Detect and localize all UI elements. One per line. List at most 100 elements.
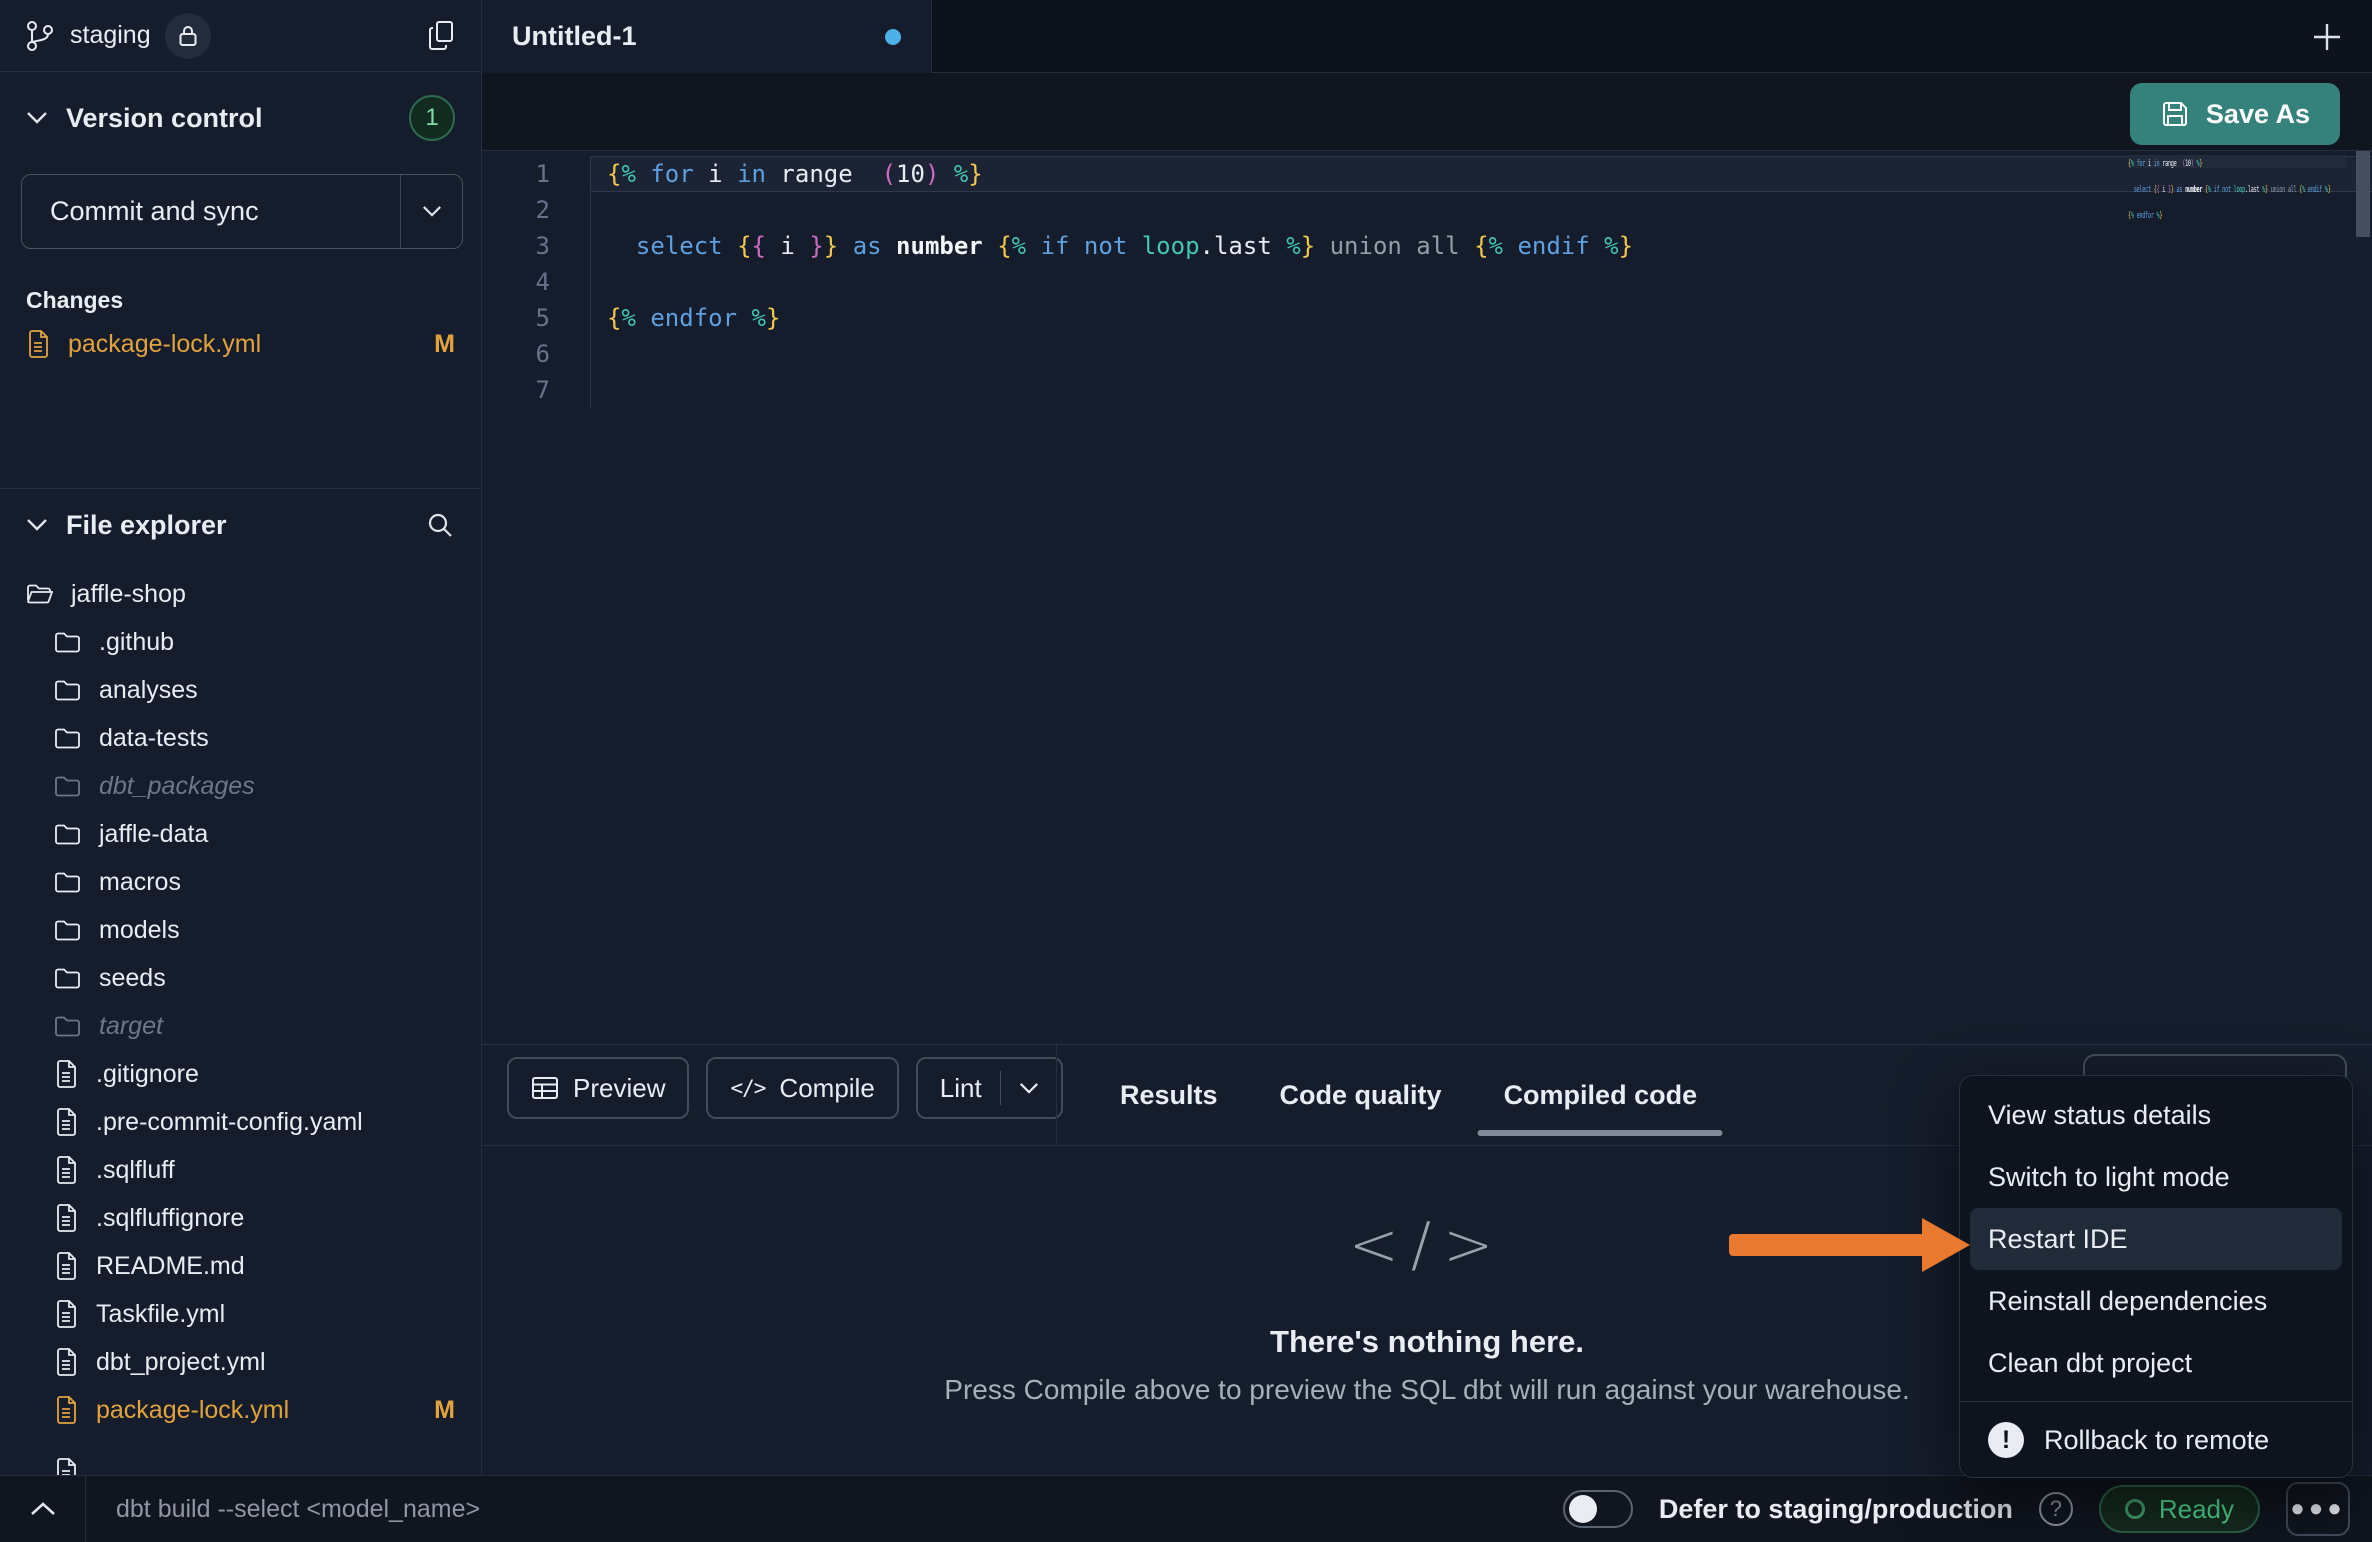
- tree-folder-target[interactable]: target: [0, 1002, 481, 1050]
- code-line-2[interactable]: [591, 192, 2372, 228]
- tree-file-sqlfluffignore[interactable]: .sqlfluffignore: [0, 1194, 481, 1242]
- version-control-header[interactable]: Version control 1: [0, 80, 481, 156]
- tree-item-label: .sqlfluffignore: [96, 1204, 244, 1233]
- copy-branch-button[interactable]: [425, 19, 457, 53]
- tree-item-label: Taskfile.yml: [96, 1300, 225, 1329]
- tree-file-item[interactable]: [0, 1448, 481, 1475]
- file-icon: [54, 1060, 78, 1088]
- code-token: select: [2134, 185, 2151, 194]
- file-icon: [54, 1252, 78, 1280]
- status-badge[interactable]: Ready: [2099, 1485, 2260, 1533]
- folder-icon: [54, 726, 81, 750]
- code-token: {: [737, 232, 751, 260]
- code-token: union all: [1315, 232, 1474, 260]
- new-tab-button[interactable]: [2304, 14, 2350, 60]
- tree-item-label: README.md: [96, 1252, 245, 1281]
- tab-code-quality[interactable]: Code quality: [1280, 1045, 1442, 1145]
- tree-file-readme-md[interactable]: README.md: [0, 1242, 481, 1290]
- file-explorer-header[interactable]: File explorer: [0, 490, 481, 560]
- help-icon[interactable]: ?: [2039, 1492, 2073, 1526]
- command-input[interactable]: [116, 1495, 1563, 1524]
- status-label: Ready: [2159, 1494, 2234, 1525]
- code-token: [1026, 232, 1040, 260]
- minimap-line: [2128, 233, 2346, 246]
- menu-item-clean-dbt-project[interactable]: Clean dbt project: [1960, 1332, 2352, 1394]
- tab-label: Code quality: [1280, 1080, 1442, 1111]
- search-icon: [425, 510, 455, 540]
- compile-button[interactable]: </>Compile: [706, 1057, 898, 1119]
- editor-toolbar: Save As: [482, 73, 2372, 150]
- code-line-7[interactable]: [591, 372, 2372, 408]
- collapse-command-bar-button[interactable]: [0, 1476, 86, 1542]
- menu-item-restart-ide[interactable]: Restart IDE: [1970, 1208, 2342, 1270]
- code-token: %: [1286, 232, 1300, 260]
- file-search-button[interactable]: [425, 510, 455, 540]
- code-area[interactable]: {% for i in range (10) %} select {{ i }}…: [590, 156, 2372, 408]
- code-line-1[interactable]: {% for i in range (10) %}: [591, 156, 2372, 192]
- code-line-6[interactable]: [591, 336, 2372, 372]
- tree-file-package-lock-yml[interactable]: package-lock.ymlM: [0, 1386, 481, 1434]
- tree-folder-macros[interactable]: macros: [0, 858, 481, 906]
- tree-folder-jaffle-data[interactable]: jaffle-data: [0, 810, 481, 858]
- minimap-line-text: select {{ i }} as number {% if not loop.…: [2128, 184, 2331, 194]
- line-number: 6: [482, 336, 590, 372]
- tree-file-gitignore[interactable]: .gitignore: [0, 1050, 481, 1098]
- more-options-button[interactable]: ●●●: [2286, 1482, 2350, 1536]
- lock-icon: [177, 24, 199, 48]
- code-line-4[interactable]: [591, 264, 2372, 300]
- tab-title: Untitled-1: [512, 21, 637, 52]
- tree-file-taskfile-yml[interactable]: Taskfile.yml: [0, 1290, 481, 1338]
- line-number-gutter: 1234567: [482, 156, 590, 408]
- code-token: }: [1619, 232, 1633, 260]
- menu-item-switch-to-light-mode[interactable]: Switch to light mode: [1960, 1146, 2352, 1208]
- minimap[interactable]: {% for i in range (10) %} select {{ i }}…: [2128, 155, 2346, 246]
- tree-folder-seeds[interactable]: seeds: [0, 954, 481, 1002]
- folder-icon: [54, 966, 81, 990]
- code-token: %: [1489, 232, 1503, 260]
- unsaved-changes-dot[interactable]: [885, 29, 901, 45]
- tab-results[interactable]: Results: [1120, 1045, 1218, 1145]
- preview-button[interactable]: Preview: [507, 1057, 689, 1119]
- menu-item-label: Restart IDE: [1988, 1224, 2128, 1255]
- save-as-label: Save As: [2206, 99, 2310, 130]
- chevron-down-icon: [26, 111, 48, 125]
- tab-untitled-1[interactable]: Untitled-1: [482, 0, 932, 73]
- line-number: 1: [482, 156, 590, 192]
- file-icon: [54, 1300, 78, 1328]
- menu-item-rollback-to-remote[interactable]: !Rollback to remote: [1960, 1409, 2352, 1471]
- commit-options-dropdown[interactable]: [400, 175, 462, 248]
- tab-compiled-code[interactable]: Compiled code: [1504, 1045, 1698, 1145]
- code-token: range: [2159, 159, 2182, 168]
- tree-folder-dbt-packages[interactable]: dbt_packages: [0, 762, 481, 810]
- commit-and-sync-button[interactable]: Commit and sync: [21, 174, 463, 249]
- tab-label: Compiled code: [1504, 1080, 1698, 1111]
- tree-item-label: macros: [99, 868, 181, 897]
- lint-button[interactable]: Lint: [916, 1057, 1063, 1119]
- menu-item-view-status-details[interactable]: View status details: [1960, 1084, 2352, 1146]
- file-icon: [54, 1348, 78, 1376]
- code-editor[interactable]: 1234567 {% for i in range (10) %} select…: [482, 150, 2372, 1044]
- version-control-title: Version control: [66, 103, 263, 134]
- tree-file-pre-commit-config-yaml[interactable]: .pre-commit-config.yaml: [0, 1098, 481, 1146]
- tree-folder-models[interactable]: models: [0, 906, 481, 954]
- code-line-5[interactable]: {% endfor %}: [591, 300, 2372, 336]
- defer-toggle[interactable]: [1563, 1490, 1633, 1528]
- tree-folder-analyses[interactable]: analyses: [0, 666, 481, 714]
- editor-scrollbar-thumb[interactable]: [2356, 151, 2370, 237]
- change-file-package-lock-yml[interactable]: package-lock.ymlM: [0, 320, 481, 368]
- code-token: %: [621, 160, 635, 188]
- changes-list: package-lock.ymlM: [0, 320, 481, 368]
- menu-item-reinstall-dependencies[interactable]: Reinstall dependencies: [1960, 1270, 2352, 1332]
- tree-folder-jaffle-shop[interactable]: jaffle-shop: [0, 570, 481, 618]
- tree-file-dbt-project-yml[interactable]: dbt_project.yml: [0, 1338, 481, 1386]
- save-icon: [2160, 99, 2190, 129]
- branch-name[interactable]: staging: [70, 21, 151, 50]
- ide-options-menu: View status detailsSwitch to light mode R…: [1959, 1075, 2353, 1478]
- changes-count-badge: 1: [409, 95, 455, 141]
- tree-file-sqlfluff[interactable]: .sqlfluff: [0, 1146, 481, 1194]
- tree-folder-data-tests[interactable]: data-tests: [0, 714, 481, 762]
- save-as-button[interactable]: Save As: [2130, 83, 2340, 145]
- code-line-3[interactable]: select {{ i }} as number {% if not loop.…: [591, 228, 2372, 264]
- tree-folder-github[interactable]: .github: [0, 618, 481, 666]
- code-token: union all: [2268, 185, 2299, 194]
